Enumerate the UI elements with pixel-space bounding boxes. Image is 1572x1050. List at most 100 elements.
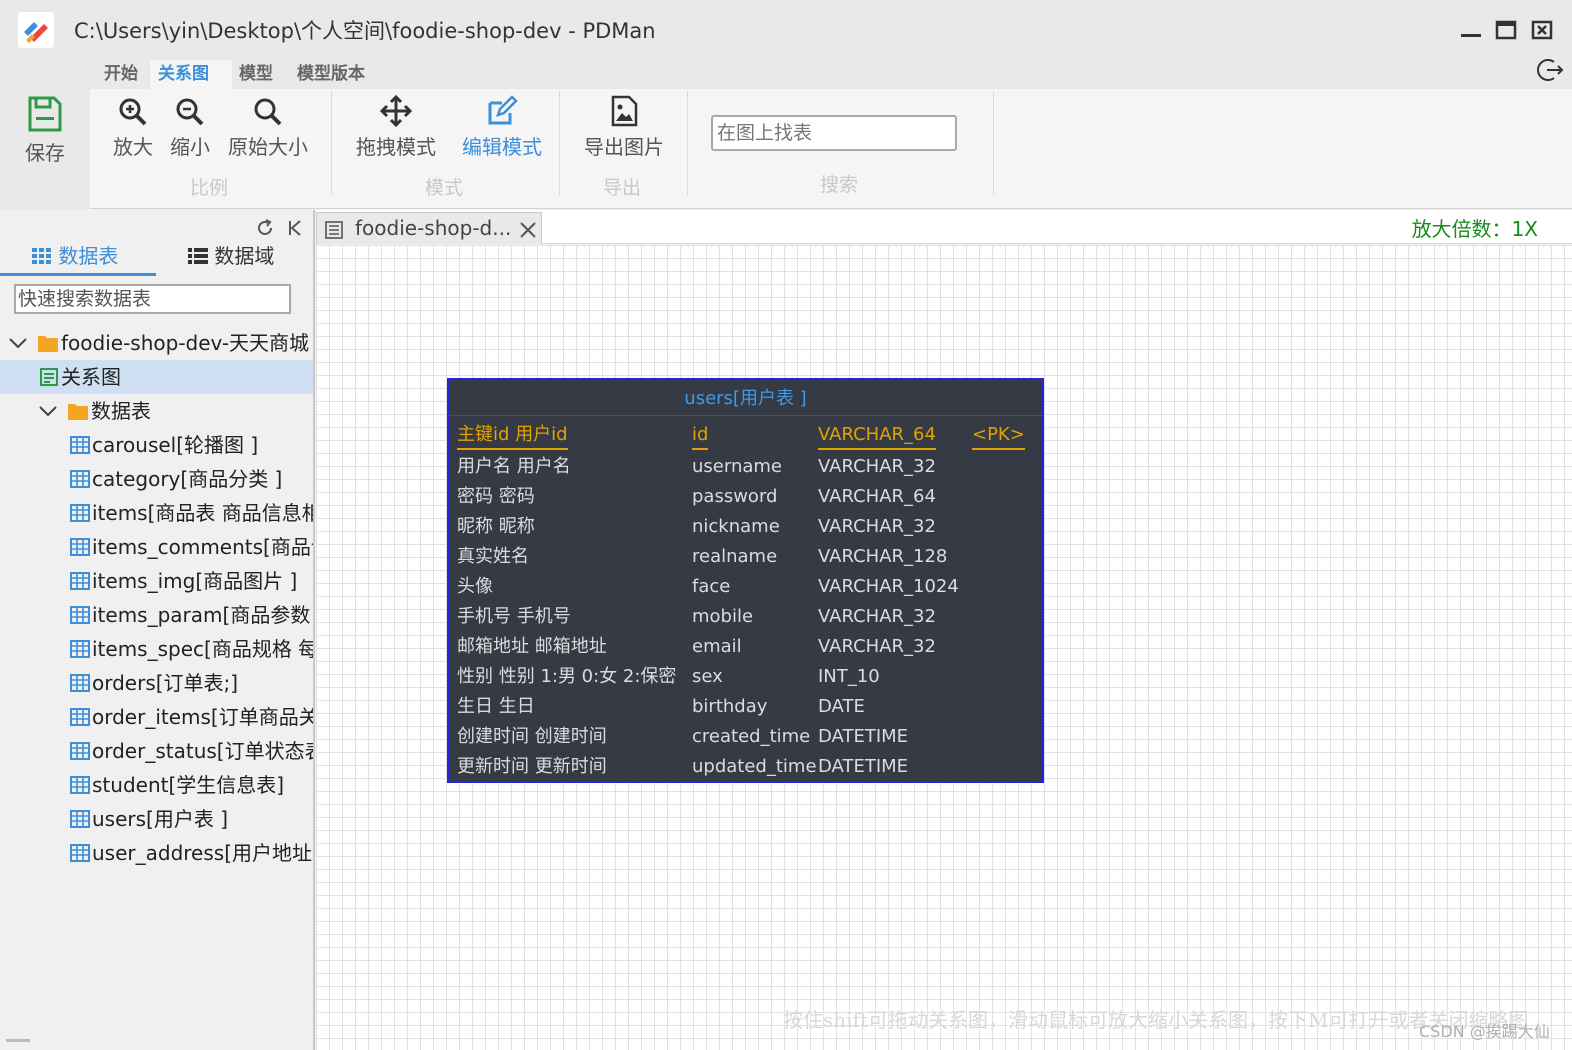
menu-tab-model[interactable]: 模型 bbox=[231, 60, 281, 90]
chevron-down-icon[interactable] bbox=[38, 405, 58, 417]
entity-field-row[interactable]: 邮箱地址 邮箱地址 email VARCHAR_32 bbox=[449, 632, 1042, 662]
save-label: 保存 bbox=[25, 141, 65, 165]
field-name: nickname bbox=[692, 516, 780, 537]
tree-folder-label: 数据表 bbox=[91, 399, 151, 423]
field-type: DATE bbox=[818, 696, 865, 717]
folder-icon bbox=[68, 404, 88, 420]
diagram-canvas[interactable]: users[用户表 ] 主键id 用户id id VARCHAR_64 <PK> 用户名… bbox=[316, 245, 1572, 1050]
tree-table-item[interactable]: carousel[轮播图 ] bbox=[0, 428, 313, 462]
entity-users[interactable]: users[用户表 ] 主键id 用户id id VARCHAR_64 <PK> 用户名… bbox=[447, 378, 1044, 783]
entity-field-row[interactable]: 主键id 用户id id VARCHAR_64 <PK> bbox=[449, 422, 1042, 452]
zoom-in-button[interactable]: 放大 bbox=[110, 97, 156, 160]
minimize-icon[interactable] bbox=[1459, 18, 1483, 42]
document-icon bbox=[325, 221, 343, 239]
chevron-down-icon[interactable] bbox=[8, 337, 28, 349]
entity-field-row[interactable]: 真实姓名 realname VARCHAR_128 bbox=[449, 542, 1042, 572]
entity-field-row[interactable]: 生日 生日 birthday DATE bbox=[449, 692, 1042, 722]
table-icon bbox=[70, 470, 90, 488]
tree-table-label: orders[订单表;] bbox=[92, 671, 239, 695]
field-comment: 真实姓名 bbox=[457, 546, 529, 567]
entity-field-row[interactable]: 密码 密码 password VARCHAR_64 bbox=[449, 482, 1042, 512]
close-icon[interactable] bbox=[1530, 18, 1554, 42]
tree-project[interactable]: foodie-shop-dev-天天商城 bbox=[0, 326, 313, 360]
original-size-button[interactable]: 原始大小 bbox=[224, 97, 312, 160]
menu-tab-diagram[interactable]: 关系图 bbox=[150, 60, 232, 90]
close-icon[interactable] bbox=[519, 221, 537, 239]
entity-field-row[interactable]: 创建时间 创建时间 created_time DATETIME bbox=[449, 722, 1042, 752]
tree-table-item[interactable]: items_img[商品图片 ] bbox=[0, 564, 313, 598]
zoom-in-label: 放大 bbox=[113, 135, 153, 159]
entity-field-row[interactable]: 性别 性别 1:男 0:女 2:保密 sex INT_10 bbox=[449, 662, 1042, 692]
zoom-out-button[interactable]: 缩小 bbox=[167, 97, 213, 160]
export-image-button[interactable]: 导出图片 bbox=[580, 95, 668, 160]
table-icon bbox=[70, 606, 90, 624]
entity-field-row[interactable]: 更新时间 更新时间 updated_time DATETIME bbox=[449, 752, 1042, 782]
entity-field-row[interactable]: 用户名 用户名 username VARCHAR_32 bbox=[449, 452, 1042, 482]
table-icon bbox=[70, 674, 90, 692]
tree-folder[interactable]: 数据表 bbox=[0, 394, 313, 428]
document-tab-bar: foodie-shop-d... 放大倍数：1X bbox=[316, 210, 1572, 244]
field-name: face bbox=[692, 576, 731, 597]
ribbon-divider bbox=[687, 91, 688, 195]
tree-table-item[interactable]: items[商品表 商品信息相 bbox=[0, 496, 313, 530]
table-icon bbox=[70, 844, 90, 862]
field-name: id bbox=[692, 422, 709, 450]
tree-table-item[interactable]: order_status[订单状态表 bbox=[0, 734, 313, 768]
entity-field-row[interactable]: 手机号 手机号 mobile VARCHAR_32 bbox=[449, 602, 1042, 632]
tree-diagram[interactable]: 关系图 bbox=[0, 360, 313, 394]
sidebar: 数据表 数据域 foodie-shop-dev-天天商城 关系图 数据表 car… bbox=[0, 210, 315, 1050]
save-button[interactable]: 保存 bbox=[22, 95, 68, 166]
drag-mode-button[interactable]: 拖拽模式 bbox=[352, 95, 440, 160]
table-search-input[interactable] bbox=[14, 284, 291, 314]
menu-tab-model-version[interactable]: 模型版本 bbox=[289, 60, 373, 90]
field-type: VARCHAR_32 bbox=[818, 456, 936, 477]
tree-table-item[interactable]: items_comments[商品评 bbox=[0, 530, 313, 564]
tab-domains[interactable]: 数据域 bbox=[188, 242, 274, 276]
tree-table-label: order_items[订单商品关 bbox=[92, 705, 313, 729]
field-name: updated_time bbox=[692, 756, 817, 777]
edit-mode-button[interactable]: 编辑模式 bbox=[458, 95, 546, 160]
tab-tables[interactable]: 数据表 bbox=[0, 242, 156, 276]
tree-table-item[interactable]: order_items[订单商品关 bbox=[0, 700, 313, 734]
tree-table-label: category[商品分类 ] bbox=[92, 467, 283, 491]
zoom-out-icon bbox=[176, 98, 204, 126]
table-icon bbox=[70, 436, 90, 454]
tree-table-item[interactable]: user_address[用户地址表 bbox=[0, 836, 313, 870]
tree-table-item[interactable]: items_spec[商品规格 每一 bbox=[0, 632, 313, 666]
collapse-icon[interactable] bbox=[287, 218, 303, 238]
field-type: VARCHAR_32 bbox=[818, 606, 936, 627]
entity-field-row[interactable]: 昵称 昵称 nickname VARCHAR_32 bbox=[449, 512, 1042, 542]
field-type: VARCHAR_64 bbox=[818, 486, 936, 507]
field-comment: 主键id 用户id bbox=[457, 422, 568, 450]
tree-table-label: student[学生信息表] bbox=[92, 773, 285, 797]
tree-table-item[interactable]: items_param[商品参数 ] bbox=[0, 598, 313, 632]
field-type: DATETIME bbox=[818, 726, 909, 747]
refresh-icon[interactable] bbox=[255, 218, 275, 238]
maximize-icon[interactable] bbox=[1494, 18, 1518, 42]
watermark: CSDN @挨踢大仙 bbox=[1419, 1022, 1550, 1041]
field-name: created_time bbox=[692, 726, 811, 747]
table-icon bbox=[70, 572, 90, 590]
table-icon bbox=[70, 538, 90, 556]
scrollbar[interactable] bbox=[6, 1039, 30, 1042]
entity-field-row[interactable]: 头像 face VARCHAR_1024 bbox=[449, 572, 1042, 602]
field-comment: 创建时间 创建时间 bbox=[457, 726, 607, 747]
field-type: VARCHAR_128 bbox=[818, 546, 948, 567]
field-comment: 用户名 用户名 bbox=[457, 456, 571, 477]
tree-table-item[interactable]: category[商品分类 ] bbox=[0, 462, 313, 496]
export-image-label: 导出图片 bbox=[584, 135, 664, 159]
edit-icon bbox=[488, 95, 518, 125]
original-size-label: 原始大小 bbox=[228, 135, 308, 159]
tree-table-label: items_img[商品图片 ] bbox=[92, 569, 298, 593]
tree-table-label: items[商品表 商品信息相 bbox=[92, 501, 313, 525]
tree-table-item[interactable]: users[用户表 ] bbox=[0, 802, 313, 836]
logout-icon[interactable] bbox=[1536, 56, 1564, 84]
tree-table-item[interactable]: student[学生信息表] bbox=[0, 768, 313, 802]
tree-table-label: user_address[用户地址表 bbox=[92, 841, 313, 865]
mode-group-label: 模式 bbox=[425, 177, 464, 199]
menu-tab-start[interactable]: 开始 bbox=[96, 60, 146, 90]
tab-diagram-document[interactable]: foodie-shop-d... bbox=[316, 212, 542, 244]
tree-table-item[interactable]: orders[订单表;] bbox=[0, 666, 313, 700]
diagram-search-input[interactable] bbox=[711, 115, 957, 151]
tree-table-label: carousel[轮播图 ] bbox=[92, 433, 259, 457]
